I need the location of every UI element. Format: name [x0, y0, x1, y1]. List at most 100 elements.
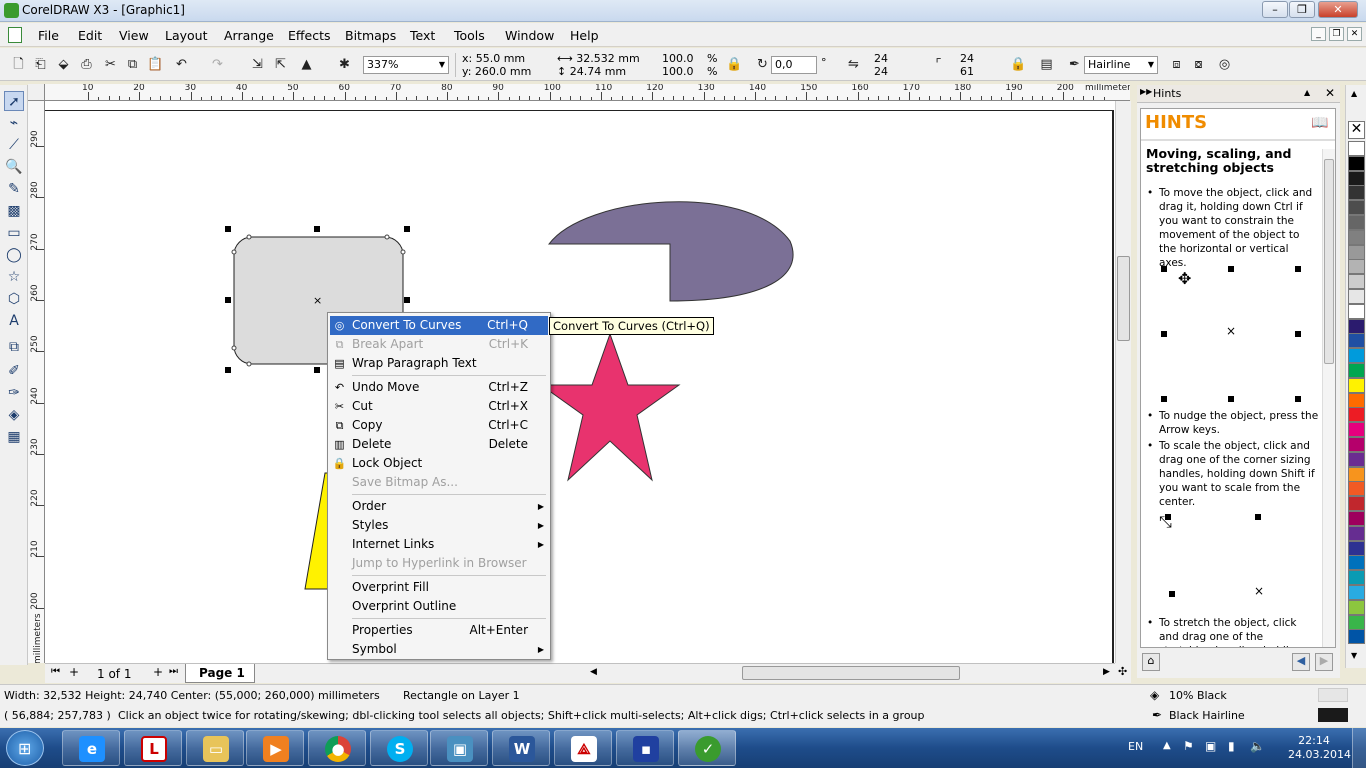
menu-item-convert-to-curves[interactable]: ◎ Convert To Curves Ctrl+Q	[330, 316, 548, 335]
palette-swatch[interactable]	[1348, 363, 1365, 378]
hints-back-icon[interactable]: ◀	[1292, 653, 1310, 671]
menu-window[interactable]: Window	[505, 28, 554, 43]
first-page-icon[interactable]: ⏮	[51, 666, 60, 677]
menu-item-symbol[interactable]: Symbol ▶	[330, 640, 548, 659]
new-icon[interactable]: 🗋	[10, 56, 27, 73]
restore-button[interactable]: ❐	[1289, 1, 1315, 18]
menu-item-jump-to-hyperlink[interactable]: Jump to Hyperlink in Browser	[330, 554, 548, 573]
zoom-level-select[interactable]: 337% ▼	[363, 56, 449, 74]
menu-tools[interactable]: Tools	[454, 28, 485, 43]
no-fill-swatch[interactable]: ✕	[1348, 121, 1365, 139]
menu-edit[interactable]: Edit	[78, 28, 102, 43]
docker-menu-icon[interactable]: ▲	[1304, 88, 1310, 97]
tray-flag-icon[interactable]: ⚑	[1183, 739, 1194, 753]
x-position-field[interactable]: x: 55.0 mm	[462, 52, 531, 65]
palette-swatch[interactable]	[1348, 540, 1365, 556]
shape-tool-icon[interactable]: ⌁	[4, 113, 24, 133]
hints-scroll-thumb[interactable]	[1324, 159, 1334, 364]
export-icon[interactable]: ⇱	[272, 56, 289, 73]
smart-fill-tool-icon[interactable]: ▩	[4, 201, 24, 221]
menu-item-lock-object[interactable]: 🔒 Lock Object	[330, 454, 548, 473]
menu-item-delete[interactable]: ▥ Delete Delete	[330, 435, 548, 454]
drawing-canvas[interactable]: ×	[45, 101, 1115, 663]
outline-tool-icon[interactable]: ✑	[4, 383, 24, 403]
taskbar-save-app[interactable]: ▪	[616, 730, 674, 766]
palette-swatch[interactable]	[1348, 585, 1365, 600]
canvas-vertical-scrollbar[interactable]	[1115, 101, 1131, 663]
scale-x-field[interactable]: 100.0	[662, 52, 694, 65]
pick-tool-icon[interactable]: ➚	[4, 91, 24, 111]
mirror-icon[interactable]: ⇋	[845, 56, 862, 73]
palette-swatch[interactable]	[1348, 466, 1365, 482]
menu-file[interactable]: File	[38, 28, 59, 43]
menu-effects[interactable]: Effects	[288, 28, 331, 43]
palette-swatch[interactable]	[1348, 392, 1365, 408]
menu-item-undo-move[interactable]: ↶ Undo Move Ctrl+Z	[330, 378, 548, 397]
palette-swatch[interactable]	[1348, 229, 1365, 245]
menu-item-styles[interactable]: Styles ▶	[330, 516, 548, 535]
palette-swatch[interactable]	[1348, 333, 1365, 349]
taskbar-coreldraw[interactable]: ✓	[678, 730, 736, 766]
doc-restore-button[interactable]: ❐	[1329, 27, 1344, 41]
rotation-angle-field[interactable]: 0,0	[771, 56, 817, 74]
minimize-button[interactable]: –	[1262, 1, 1288, 18]
docker-collapse-icon[interactable]: ▶▶	[1140, 87, 1152, 96]
menu-item-overprint-outline[interactable]: Overprint Outline	[330, 597, 548, 616]
menu-item-break-apart[interactable]: ⧉ Break Apart Ctrl+K	[330, 335, 548, 354]
horizontal-ruler[interactable]: 10 20 30 40 50 60 70 80 90 100 110 120 130 140 150 160 1…	[45, 84, 1130, 101]
palette-swatch[interactable]	[1348, 599, 1365, 615]
palette-swatch[interactable]	[1348, 525, 1365, 541]
taskbar-chrome[interactable]: ●	[308, 730, 366, 766]
taskbar-word[interactable]: W	[492, 730, 550, 766]
corner-radius-br[interactable]: 61	[960, 65, 974, 78]
scroll-left-icon[interactable]: ◀	[590, 667, 597, 677]
application-launcher-icon[interactable]: ▲	[298, 56, 315, 73]
add-page-after-icon[interactable]: +	[153, 665, 163, 679]
palette-swatch[interactable]	[1348, 407, 1365, 423]
volume-icon[interactable]: 🔈	[1250, 739, 1265, 753]
to-back-icon[interactable]: ⧇	[1190, 56, 1207, 73]
vertical-scroll-thumb[interactable]	[1117, 256, 1130, 341]
palette-swatch[interactable]	[1348, 570, 1365, 586]
freehand-tool-icon[interactable]: ✎	[4, 179, 24, 199]
lock-ratio-icon[interactable]: 🔒	[726, 56, 743, 73]
palette-swatch[interactable]	[1348, 155, 1365, 171]
palette-swatch[interactable]	[1348, 318, 1365, 334]
palette-swatch[interactable]	[1348, 274, 1365, 290]
corner-radius-bl[interactable]: 24	[874, 65, 888, 78]
star-shape[interactable]	[539, 332, 681, 482]
palette-swatch[interactable]	[1348, 259, 1365, 275]
import-icon[interactable]: ⇲	[249, 56, 266, 73]
object-width-field[interactable]: 32.532 mm	[576, 52, 639, 65]
palette-swatch[interactable]	[1348, 555, 1365, 571]
open-icon[interactable]: ⎗	[32, 56, 49, 73]
palette-swatch[interactable]	[1348, 141, 1365, 156]
palette-swatch[interactable]	[1348, 215, 1365, 230]
menu-layout[interactable]: Layout	[165, 28, 208, 43]
to-front-icon[interactable]: ⧈	[1168, 56, 1185, 73]
y-position-field[interactable]: y: 260.0 mm	[462, 65, 531, 78]
polygon-tool-icon[interactable]: ☆	[4, 267, 24, 287]
round-corners-together-icon[interactable]: 🔒	[1010, 56, 1027, 73]
scroll-right-icon[interactable]: ▶	[1103, 667, 1110, 677]
save-icon[interactable]: ⬙	[55, 56, 72, 73]
interactive-fill-tool-icon[interactable]: ▦	[4, 427, 24, 447]
menu-item-properties[interactable]: Properties Alt+Enter	[330, 621, 548, 640]
copy-icon[interactable]: ⧉	[124, 56, 141, 73]
rectangle-tool-icon[interactable]: ▭	[4, 223, 24, 243]
fill-color-swatch[interactable]	[1318, 688, 1348, 702]
corner-round-icon[interactable]: ⌜	[930, 56, 947, 73]
menu-view[interactable]: View	[119, 28, 149, 43]
show-desktop-button[interactable]	[1352, 728, 1366, 768]
hints-forward-icon[interactable]: ▶	[1315, 653, 1333, 671]
palette-scroll-down-icon[interactable]: ▼	[1351, 651, 1357, 660]
horizontal-scroll-thumb[interactable]	[742, 666, 960, 680]
doc-close-button[interactable]: ✕	[1347, 27, 1362, 41]
taskbar-internet-explorer[interactable]: e	[62, 730, 120, 766]
close-button[interactable]: ✕	[1318, 1, 1358, 18]
network-signal-icon[interactable]: ▮	[1228, 739, 1235, 753]
scale-y-field[interactable]: 100.0	[662, 65, 694, 78]
rotation-icon[interactable]: ↻	[754, 56, 771, 73]
palette-swatch[interactable]	[1348, 481, 1365, 497]
eyedropper-tool-icon[interactable]: ✐	[4, 361, 24, 381]
